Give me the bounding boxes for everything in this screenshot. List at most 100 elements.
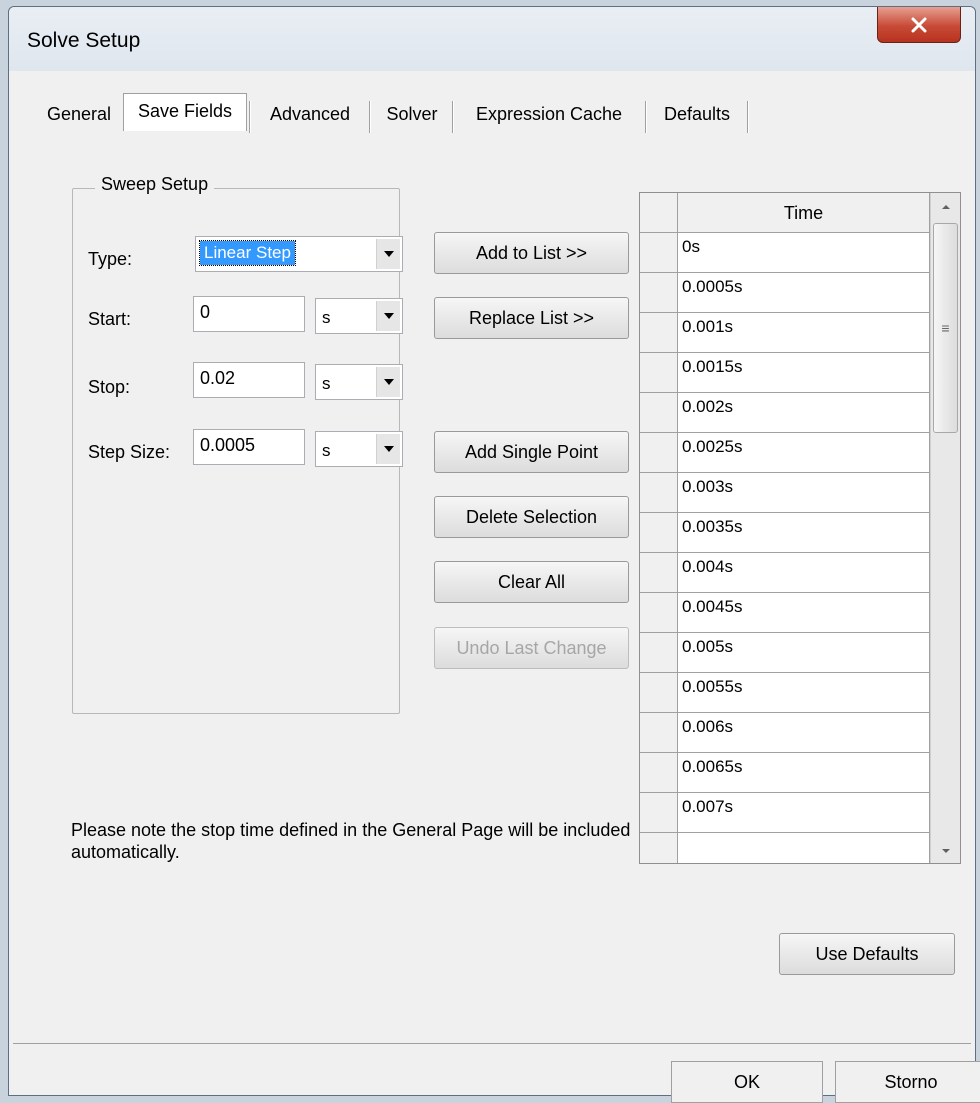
tab-solver[interactable]: Solver <box>373 99 451 131</box>
table-row[interactable]: 0.003s <box>640 473 930 513</box>
time-cell[interactable]: 0.003s <box>678 473 930 513</box>
row-header[interactable] <box>640 673 678 713</box>
cancel-button[interactable]: Storno <box>835 1061 980 1103</box>
sweep-setup-title: Sweep Setup <box>95 174 215 195</box>
time-cell[interactable]: 0.007s <box>678 793 930 833</box>
row-header[interactable] <box>640 633 678 673</box>
time-column-header[interactable]: Time <box>678 193 930 233</box>
time-cell[interactable]: 0.006s <box>678 713 930 753</box>
table-row[interactable]: 0.0005s <box>640 273 930 313</box>
row-header[interactable] <box>640 353 678 393</box>
chevron-down-icon[interactable] <box>376 434 400 464</box>
time-cell[interactable]: 0.0035s <box>678 513 930 553</box>
tab-separator <box>369 101 371 133</box>
tab-advanced[interactable]: Advanced <box>253 99 367 131</box>
solve-setup-dialog: Solve Setup General Save Fields Advanced… <box>8 6 980 1103</box>
scroll-up-icon[interactable] <box>931 193 960 221</box>
table-row[interactable]: 0.004s <box>640 553 930 593</box>
start-label: Start: <box>88 309 132 329</box>
title-bar: Solve Setup <box>9 7 975 71</box>
time-cell[interactable]: 0.0015s <box>678 353 930 393</box>
table-row[interactable]: 0.0015s <box>640 353 930 393</box>
vertical-scrollbar[interactable]: ≡ <box>930 193 960 863</box>
clear-all-button[interactable]: Clear All <box>434 561 629 603</box>
start-input[interactable]: 0 <box>193 296 305 332</box>
time-cell[interactable]: 0.0045s <box>678 593 930 633</box>
footer-divider <box>13 1043 971 1044</box>
step-unit-select[interactable]: s <box>315 431 403 467</box>
time-cell[interactable] <box>678 833 930 863</box>
tab-separator <box>452 101 454 133</box>
start-unit-select[interactable]: s <box>315 298 403 334</box>
tab-general[interactable]: General <box>41 99 117 131</box>
type-select[interactable]: Linear Step <box>195 236 403 272</box>
table-row[interactable]: 0.002s <box>640 393 930 433</box>
add-single-point-button[interactable]: Add Single Point <box>434 431 629 473</box>
tab-separator <box>249 101 251 133</box>
time-cell[interactable]: 0.001s <box>678 313 930 353</box>
time-cell[interactable]: 0.0065s <box>678 753 930 793</box>
tab-save-fields[interactable]: Save Fields <box>123 93 247 131</box>
table-row[interactable]: 0.0055s <box>640 673 930 713</box>
row-header[interactable] <box>640 473 678 513</box>
table-row[interactable]: 0.0025s <box>640 433 930 473</box>
time-cell[interactable]: 0.0005s <box>678 273 930 313</box>
undo-last-change-button[interactable]: Undo Last Change <box>434 627 629 669</box>
row-header[interactable] <box>640 313 678 353</box>
stop-unit-select[interactable]: s <box>315 364 403 400</box>
table-row[interactable]: 0.001s <box>640 313 930 353</box>
time-cell[interactable]: 0.0055s <box>678 673 930 713</box>
time-cell[interactable]: 0.0025s <box>678 433 930 473</box>
use-defaults-button[interactable]: Use Defaults <box>779 933 955 975</box>
stop-label: Stop: <box>88 377 131 397</box>
stop-unit-value: s <box>322 374 331 393</box>
time-list-grid[interactable]: Time 0s 0.0005s 0.001s 0.0015s 0.002s 0.0025s… <box>639 192 961 864</box>
tab-expression-cache[interactable]: Expression Cache <box>455 99 643 131</box>
row-header[interactable] <box>640 433 678 473</box>
row-header[interactable] <box>640 713 678 753</box>
window-title: Solve Setup <box>27 29 141 52</box>
table-row[interactable]: 0.0045s <box>640 593 930 633</box>
row-header[interactable] <box>640 553 678 593</box>
chevron-down-icon[interactable] <box>376 301 400 331</box>
type-select-value: Linear Step <box>199 240 296 266</box>
table-row[interactable]: 0.0065s <box>640 753 930 793</box>
type-label: Type: <box>88 249 133 269</box>
table-row[interactable]: 0.005s <box>640 633 930 673</box>
tab-defaults[interactable]: Defaults <box>649 99 745 131</box>
scroll-down-icon[interactable] <box>931 837 960 863</box>
step-size-input[interactable]: 0.0005 <box>193 429 305 465</box>
chevron-down-icon[interactable] <box>376 239 400 269</box>
dialog-client-area: General Save Fields Advanced Solver Expr… <box>13 71 980 1103</box>
scroll-thumb[interactable]: ≡ <box>933 223 958 433</box>
time-cell[interactable]: 0.004s <box>678 553 930 593</box>
corner-header[interactable] <box>640 193 678 233</box>
time-cell[interactable]: 0.002s <box>678 393 930 433</box>
row-header[interactable] <box>640 513 678 553</box>
stop-input[interactable]: 0.02 <box>193 362 305 398</box>
step-unit-value: s <box>322 441 331 460</box>
row-header[interactable] <box>640 233 678 273</box>
row-header[interactable] <box>640 593 678 633</box>
row-header[interactable] <box>640 793 678 833</box>
row-header[interactable] <box>640 753 678 793</box>
ok-button[interactable]: OK <box>671 1061 823 1103</box>
start-unit-value: s <box>322 308 331 327</box>
row-header[interactable] <box>640 273 678 313</box>
time-cell[interactable]: 0.005s <box>678 633 930 673</box>
row-header[interactable] <box>640 393 678 433</box>
row-header[interactable] <box>640 833 678 863</box>
table-row[interactable]: 0.006s <box>640 713 930 753</box>
table-row[interactable]: 0.007s <box>640 793 930 833</box>
close-icon <box>911 17 927 32</box>
step-size-label: Step Size: <box>88 442 171 462</box>
table-row[interactable] <box>640 833 930 863</box>
table-row[interactable]: 0.0035s <box>640 513 930 553</box>
time-cell[interactable]: 0s <box>678 233 930 273</box>
table-row[interactable]: 0s <box>640 233 930 273</box>
replace-list-button[interactable]: Replace List >> <box>434 297 629 339</box>
chevron-down-icon[interactable] <box>376 367 400 397</box>
close-button[interactable] <box>877 7 961 43</box>
add-to-list-button[interactable]: Add to List >> <box>434 232 629 274</box>
delete-selection-button[interactable]: Delete Selection <box>434 496 629 538</box>
